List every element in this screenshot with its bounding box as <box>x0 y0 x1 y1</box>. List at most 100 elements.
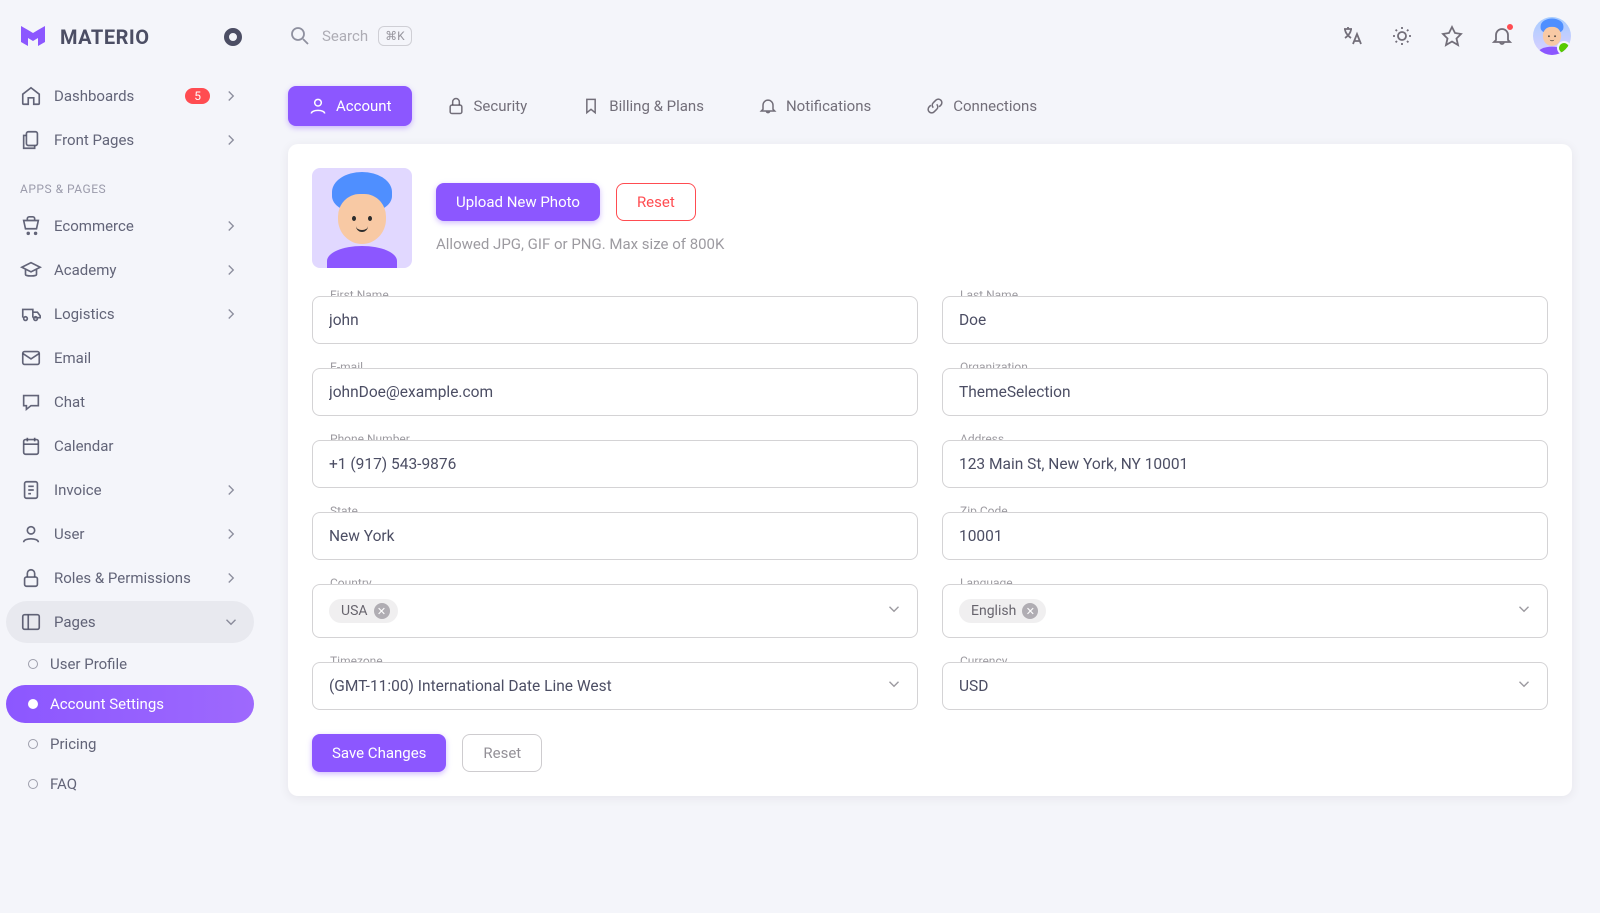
brand-name: MATERIO <box>60 25 150 49</box>
country-select[interactable]: USA✕ <box>312 584 918 638</box>
search-icon <box>288 24 312 48</box>
phone-input[interactable] <box>329 455 901 473</box>
timezone-select[interactable]: (GMT-11:00) International Date Line West <box>312 662 918 710</box>
brand-logo-icon <box>18 22 48 52</box>
chevron-right-icon <box>222 305 240 323</box>
reset-photo-button[interactable]: Reset <box>616 183 696 221</box>
bullet-icon <box>28 699 38 709</box>
settings-tabs: Account Security Billing & Plans Notific… <box>260 64 1600 144</box>
sidebar-item-pages[interactable]: Pages <box>6 601 254 643</box>
address-input[interactable] <box>959 455 1531 473</box>
user-icon <box>20 523 42 545</box>
chevron-right-icon <box>222 87 240 105</box>
notifications-button[interactable] <box>1482 16 1522 56</box>
chevron-right-icon <box>222 569 240 587</box>
field-country: Country USA✕ <box>312 584 918 638</box>
chip-close-icon[interactable]: ✕ <box>374 603 390 619</box>
bullet-icon <box>28 739 38 749</box>
email-input[interactable] <box>329 383 901 401</box>
currency-select[interactable]: USD <box>942 662 1548 710</box>
graduation-icon <box>20 259 42 281</box>
chevron-down-icon <box>222 613 240 631</box>
field-phone: Phone Number <box>312 440 918 488</box>
bell-icon <box>758 96 778 116</box>
field-first-name: First Name <box>312 296 918 344</box>
search-input[interactable]: Search ⌘K <box>288 24 1318 48</box>
sidebar: MATERIO Dashboards 5 Front Pages APPS & … <box>0 0 260 913</box>
chevron-right-icon <box>222 481 240 499</box>
sidebar-item-email[interactable]: Email <box>6 337 254 379</box>
account-card: Upload New Photo Reset Allowed JPG, GIF … <box>288 144 1572 796</box>
state-input[interactable] <box>329 527 901 545</box>
chevron-right-icon <box>222 131 240 149</box>
tab-notifications[interactable]: Notifications <box>738 86 891 126</box>
user-avatar-button[interactable] <box>1532 16 1572 56</box>
field-currency: Currency USD <box>942 662 1548 710</box>
favorites-button[interactable] <box>1432 16 1472 56</box>
mail-icon <box>20 347 42 369</box>
tab-billing[interactable]: Billing & Plans <box>561 86 724 126</box>
first-name-input[interactable] <box>329 311 901 329</box>
sidebar-item-ecommerce[interactable]: Ecommerce <box>6 205 254 247</box>
language-select[interactable]: English✕ <box>942 584 1548 638</box>
profile-avatar <box>312 168 412 268</box>
field-organization: Organization <box>942 368 1548 416</box>
sidebar-item-user[interactable]: User <box>6 513 254 555</box>
main-content: Search ⌘K Account Security Billing & Pla… <box>260 0 1600 913</box>
save-changes-button[interactable]: Save Changes <box>312 734 446 772</box>
last-name-input[interactable] <box>959 311 1531 329</box>
calendar-icon <box>20 435 42 457</box>
field-state: State <box>312 512 918 560</box>
invoice-icon <box>20 479 42 501</box>
sidebar-item-dashboards[interactable]: Dashboards 5 <box>6 75 254 117</box>
theme-button[interactable] <box>1382 16 1422 56</box>
avatar-icon <box>1533 17 1571 55</box>
lock-icon <box>446 96 466 116</box>
sidebar-item-front-pages[interactable]: Front Pages <box>6 119 254 161</box>
star-icon <box>1440 24 1464 48</box>
field-zip: Zip Code <box>942 512 1548 560</box>
sidebar-item-calendar[interactable]: Calendar <box>6 425 254 467</box>
field-email: E-mail <box>312 368 918 416</box>
language-button[interactable] <box>1332 16 1372 56</box>
tab-account[interactable]: Account <box>288 86 412 126</box>
home-icon <box>20 85 42 107</box>
cart-icon <box>20 215 42 237</box>
nav-section-header: APPS & PAGES <box>6 162 254 204</box>
files-icon <box>20 129 42 151</box>
bullet-icon <box>28 779 38 789</box>
upload-photo-button[interactable]: Upload New Photo <box>436 183 600 221</box>
sidebar-sub-account-settings[interactable]: Account Settings <box>6 685 254 723</box>
sun-icon <box>1390 24 1414 48</box>
tab-connections[interactable]: Connections <box>905 86 1057 126</box>
search-placeholder: Search <box>322 27 368 45</box>
organization-input[interactable] <box>959 383 1531 401</box>
translate-icon <box>1340 24 1364 48</box>
reset-form-button[interactable]: Reset <box>462 734 542 772</box>
notification-dot <box>1506 23 1514 31</box>
chip-close-icon[interactable]: ✕ <box>1022 603 1038 619</box>
zip-input[interactable] <box>959 527 1531 545</box>
sidebar-item-invoice[interactable]: Invoice <box>6 469 254 511</box>
sidebar-sub-faq[interactable]: FAQ <box>6 765 254 803</box>
field-language: Language English✕ <box>942 584 1548 638</box>
sidebar-item-roles[interactable]: Roles & Permissions <box>6 557 254 599</box>
tab-security[interactable]: Security <box>426 86 548 126</box>
sidebar-item-academy[interactable]: Academy <box>6 249 254 291</box>
user-icon <box>308 96 328 116</box>
search-shortcut: ⌘K <box>378 26 412 46</box>
topbar: Search ⌘K <box>260 0 1600 64</box>
sidebar-sub-pricing[interactable]: Pricing <box>6 725 254 763</box>
sidebar-item-chat[interactable]: Chat <box>6 381 254 423</box>
sidebar-toggle-icon[interactable] <box>224 28 242 46</box>
layout-icon <box>20 611 42 633</box>
sidebar-item-logistics[interactable]: Logistics <box>6 293 254 335</box>
sidebar-sub-user-profile[interactable]: User Profile <box>6 645 254 683</box>
chevron-right-icon <box>222 261 240 279</box>
chevron-right-icon <box>222 525 240 543</box>
chevron-right-icon <box>222 217 240 235</box>
photo-hint: Allowed JPG, GIF or PNG. Max size of 800… <box>436 235 724 253</box>
truck-icon <box>20 303 42 325</box>
link-icon <box>925 96 945 116</box>
dashboards-badge: 5 <box>185 88 210 104</box>
